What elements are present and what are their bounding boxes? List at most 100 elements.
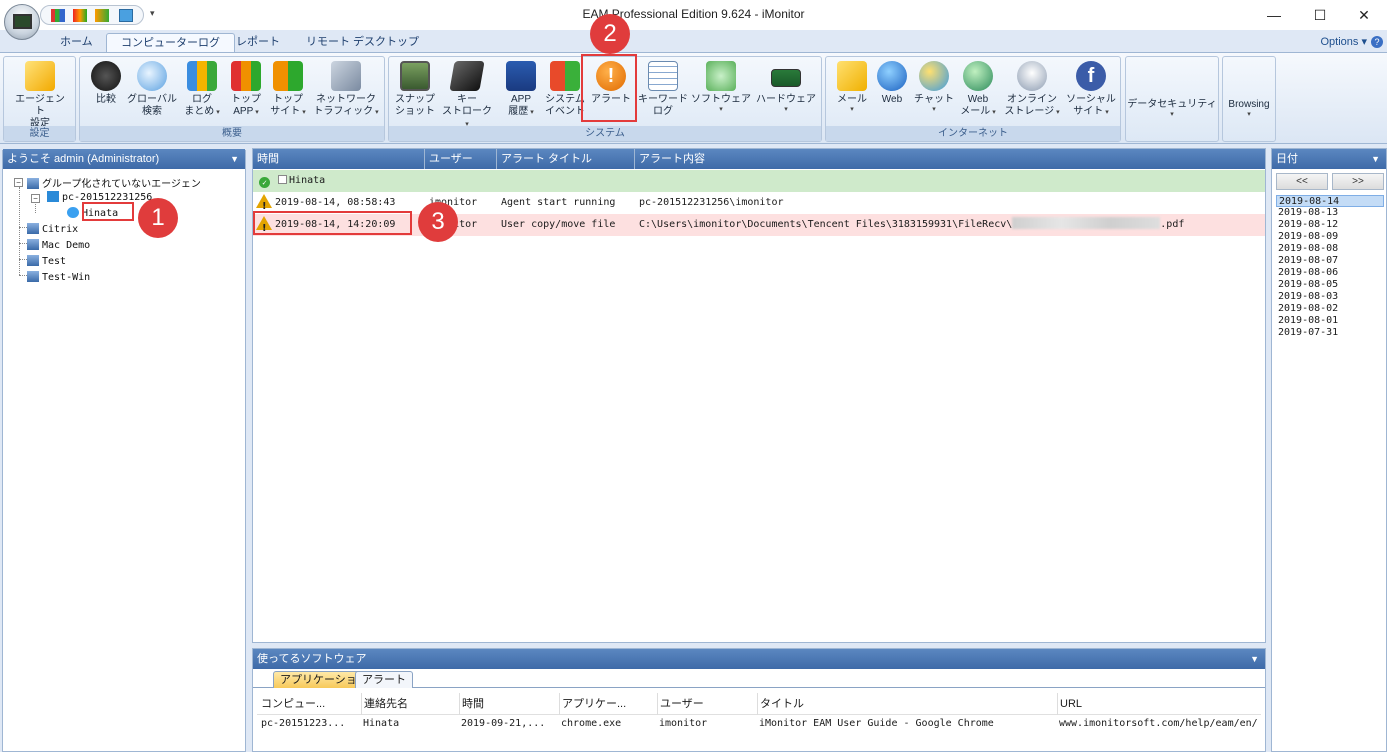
minimize-button[interactable]: — [1251, 0, 1297, 30]
hardware-button[interactable]: ハードウェア ▾ [753, 61, 819, 114]
button-label: スナップ [395, 94, 435, 105]
agent-settings-icon [25, 61, 55, 91]
expand-icon[interactable]: ✓ [259, 177, 270, 188]
callout-badge: 1 [138, 198, 178, 238]
close-button[interactable]: ✕ [1341, 0, 1387, 30]
warning-icon [256, 194, 272, 214]
column-header-application[interactable]: アプリケー... [559, 693, 655, 715]
column-header-url[interactable]: URL [1057, 693, 1261, 715]
group-row[interactable]: ✓ Hinata [253, 170, 1265, 192]
snapshot-button[interactable]: スナップ ショット [389, 61, 441, 118]
options-menu[interactable]: Options ▾? [1320, 35, 1383, 48]
group-overview: 比較 グローバル 検索 ログ まとめ ▾ トップ APP ▾ トップ サイト ▾… [79, 56, 385, 142]
date-item[interactable]: 2019-08-14 [1276, 195, 1384, 207]
browsing-button[interactable]: Browsing ▾ [1223, 99, 1275, 119]
user-cell[interactable]: imonitor [659, 715, 755, 733]
column-header-contact[interactable]: 連絡先名 [361, 693, 457, 715]
date-item[interactable]: 2019-07-31 [1276, 327, 1384, 339]
tree-line [19, 187, 20, 275]
column-header-user[interactable]: ユーザー [425, 149, 497, 169]
online-storage-button[interactable]: オンライン ストレージ ▾ [1004, 61, 1060, 118]
data-security-button[interactable]: データセキュリティ ▾ [1126, 99, 1218, 119]
button-label: オンライン [1007, 94, 1057, 105]
clock-icon [91, 61, 121, 91]
app-menu-button[interactable] [4, 4, 40, 40]
tab-remote-desktop[interactable]: リモート デスクトップ [292, 33, 433, 52]
global-search-button[interactable]: グローバル 検索 [126, 61, 178, 118]
chevron-down-icon[interactable]: ▼ [230, 149, 239, 169]
checkbox-icon[interactable] [278, 175, 288, 184]
button-label: ネットワーク [316, 94, 376, 105]
compare-button[interactable]: 比較 [80, 61, 132, 106]
date-item[interactable]: 2019-08-07 [1276, 255, 1384, 267]
tree-item-ungrouped[interactable]: グループ化されていないエージェン [27, 175, 201, 190]
date-item[interactable]: 2019-08-01 [1276, 315, 1384, 327]
chevron-down-icon[interactable]: ▼ [1371, 149, 1380, 169]
next-page-button[interactable]: >> [1332, 173, 1384, 190]
software-panel-header[interactable]: 使ってるソフトウェア ▼ [253, 649, 1265, 669]
agent-panel-header[interactable]: ようこそ admin (Administrator) ▼ [3, 149, 245, 169]
button-label: トップ [273, 94, 303, 105]
date-item[interactable]: 2019-08-05 [1276, 279, 1384, 291]
mail-icon [837, 61, 867, 91]
button-label: トップ [231, 94, 261, 105]
chevron-down-icon[interactable]: ▼ [1250, 649, 1259, 669]
tab-alerts[interactable]: アラート [355, 671, 413, 688]
time-cell[interactable]: 2019-09-21,... [461, 715, 557, 733]
button-label: ハードウェア [756, 94, 816, 105]
help-icon[interactable]: ? [1371, 36, 1383, 48]
url-cell[interactable]: www.imonitorsoft.com/help/eam/en/ [1059, 715, 1263, 733]
agent-settings-button[interactable]: エージェント 設定 [14, 61, 66, 130]
software-button[interactable]: ソフトウェア ▾ [689, 61, 753, 114]
top-site-button[interactable]: トップ サイト ▾ [262, 61, 314, 118]
webmail-button[interactable]: Web メール ▾ [952, 61, 1004, 118]
date-item[interactable]: 2019-08-08 [1276, 243, 1384, 255]
application-cell[interactable]: chrome.exe [561, 715, 655, 733]
window-title: EAM Professional Edition 9.624 - iMonito… [582, 7, 805, 21]
tree-item-test-win[interactable]: Test-Win [27, 271, 90, 283]
group-label: Hinata [289, 175, 326, 186]
tab-computer-log[interactable]: コンピューターログ [106, 33, 235, 52]
social-site-button[interactable]: f ソーシャル サイト ▾ [1062, 61, 1120, 118]
keystroke-button[interactable]: キー ストローク ▾ [441, 61, 493, 130]
button-label: メール [837, 94, 867, 105]
column-header-user[interactable]: ユーザー [657, 693, 753, 715]
globe-icon [877, 61, 907, 91]
column-header-time[interactable]: 時間 [459, 693, 555, 715]
group-browsing: Browsing ▾ [1222, 56, 1276, 142]
date-item[interactable]: 2019-08-06 [1276, 267, 1384, 279]
keyword-log-button[interactable]: キーワード ログ [635, 61, 691, 118]
date-item[interactable]: 2019-08-13 [1276, 207, 1384, 219]
content-cell: C:\Users\imonitor\Documents\Tencent File… [639, 214, 1263, 236]
button-label: ソーシャル [1066, 94, 1116, 105]
callout-badge: 2 [590, 14, 630, 54]
column-header-time[interactable]: 時間 [253, 149, 425, 169]
tab-home[interactable]: ホーム [46, 33, 107, 52]
tree-collapse-toggle[interactable]: − [14, 178, 23, 187]
callout-highlight [82, 202, 134, 221]
date-item[interactable]: 2019-08-02 [1276, 303, 1384, 315]
computer-cell[interactable]: pc-20151223... [261, 715, 357, 733]
date-item[interactable]: 2019-08-09 [1276, 231, 1384, 243]
button-label: メール [960, 106, 991, 117]
cell-text: .pdf [1160, 219, 1185, 230]
options-label: Options [1320, 36, 1359, 48]
column-header-title[interactable]: タイトル [757, 693, 1057, 715]
date-item[interactable]: 2019-08-03 [1276, 291, 1384, 303]
prev-page-button[interactable]: << [1276, 173, 1328, 190]
column-header-computer[interactable]: コンピュー... [261, 693, 357, 715]
tree-item-mac-demo[interactable]: Mac Demo [27, 239, 90, 251]
tree-item-test[interactable]: Test [27, 255, 66, 267]
title-cell[interactable]: iMonitor EAM User Guide - Google Chrome [759, 715, 1055, 733]
column-header-alert-title[interactable]: アラート タイトル [497, 149, 635, 169]
contact-cell[interactable]: Hinata [363, 715, 457, 733]
column-header-alert-content[interactable]: アラート内容 [635, 149, 1265, 169]
computer-icon [47, 191, 59, 202]
maximize-button[interactable]: ☐ [1297, 0, 1343, 30]
network-traffic-button[interactable]: ネットワーク トラフィック ▾ [310, 61, 382, 118]
tree-item-citrix[interactable]: Citrix [27, 223, 78, 235]
date-panel-header[interactable]: 日付 ▼ [1272, 149, 1386, 169]
tree-collapse-toggle[interactable]: − [31, 194, 40, 203]
date-item[interactable]: 2019-08-12 [1276, 219, 1384, 231]
tab-report[interactable]: レポート [222, 33, 294, 52]
